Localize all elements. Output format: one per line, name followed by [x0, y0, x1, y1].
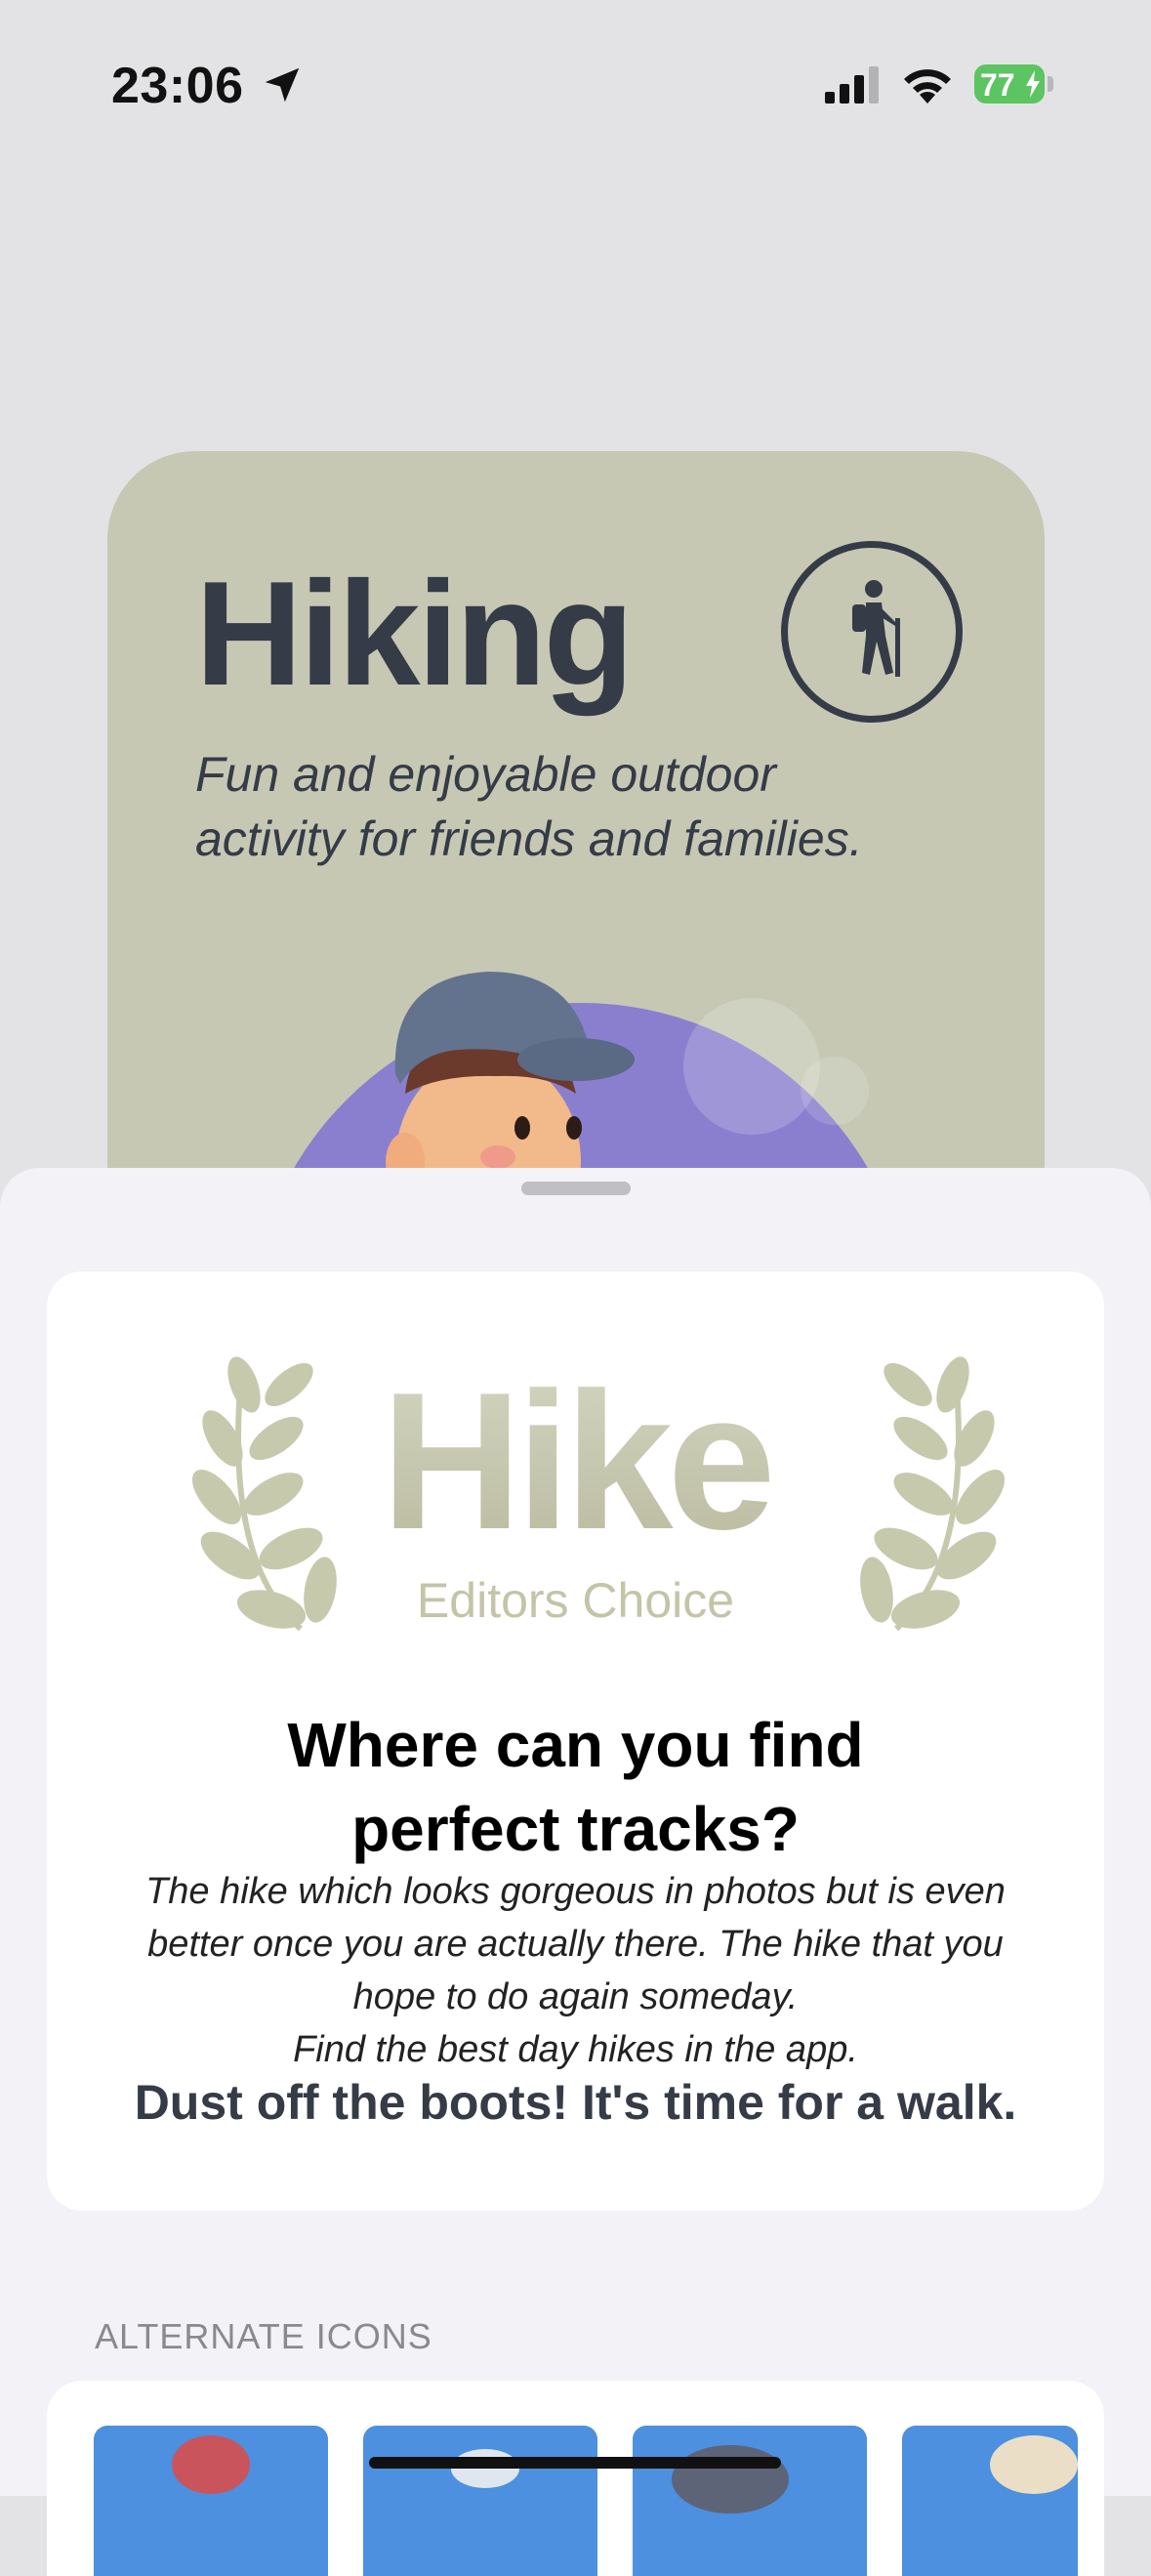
battery-percent: 77 [980, 67, 1015, 103]
body-line: Find the best day hikes in the app. [293, 2029, 858, 2070]
body-line: The hike which looks gorgeous in photos … [145, 1871, 1006, 1912]
hiker-icon [781, 541, 963, 723]
editors-choice-card: Hike Editors Choice Where can you find p… [47, 1271, 1104, 2211]
award-title: Hike [47, 1350, 1104, 1574]
wifi-icon [904, 69, 951, 104]
status-bar: 23:06 77 [0, 0, 1151, 166]
headline-line: Where can you find [287, 1710, 864, 1780]
body-line: better once you are actually there. The … [147, 1924, 1004, 1965]
decor-bubble [683, 998, 820, 1135]
cellular-signal-icon [825, 66, 879, 104]
charging-bolt-icon [1026, 70, 1040, 98]
bottom-sheet[interactable]: Hike Editors Choice Where can you find p… [0, 1168, 1151, 2576]
alt-icon-4[interactable] [902, 2426, 1078, 2576]
alt-icon-1[interactable] [94, 2426, 328, 2576]
article-headline: Where can you find perfect tracks? [47, 1703, 1104, 1871]
hero-card: Hiking Fun and enjoyable outdoor activit… [107, 451, 1045, 1193]
hero-title: Hiking [195, 551, 634, 717]
award-subtitle: Editors Choice [416, 1573, 735, 1628]
alt-icon-2[interactable] [363, 2426, 597, 2576]
alt-icon-3[interactable] [633, 2426, 867, 2576]
hiker-character-illustration [386, 972, 635, 1193]
article-body: The hike which looks gorgeous in photos … [76, 1865, 1075, 2076]
alternate-icons-header: ALTERNATE ICONS [95, 2316, 432, 2356]
article-cta: Dust off the boots! It's time for a walk… [134, 2075, 1017, 2130]
hero-subtitle: Fun and enjoyable outdoor activity for f… [195, 747, 863, 866]
status-time: 23:06 [111, 58, 244, 114]
body-line: hope to do again someday. [352, 1976, 799, 2017]
decor-bubble [801, 1057, 869, 1125]
headline-line: perfect tracks? [351, 1794, 800, 1864]
battery-indicator: 77 [974, 64, 1054, 104]
alternate-icons-list [47, 2381, 1104, 2576]
home-indicator[interactable] [369, 2457, 781, 2469]
sheet-grabber-handle[interactable] [521, 1182, 631, 1195]
location-arrow-icon [265, 67, 300, 103]
